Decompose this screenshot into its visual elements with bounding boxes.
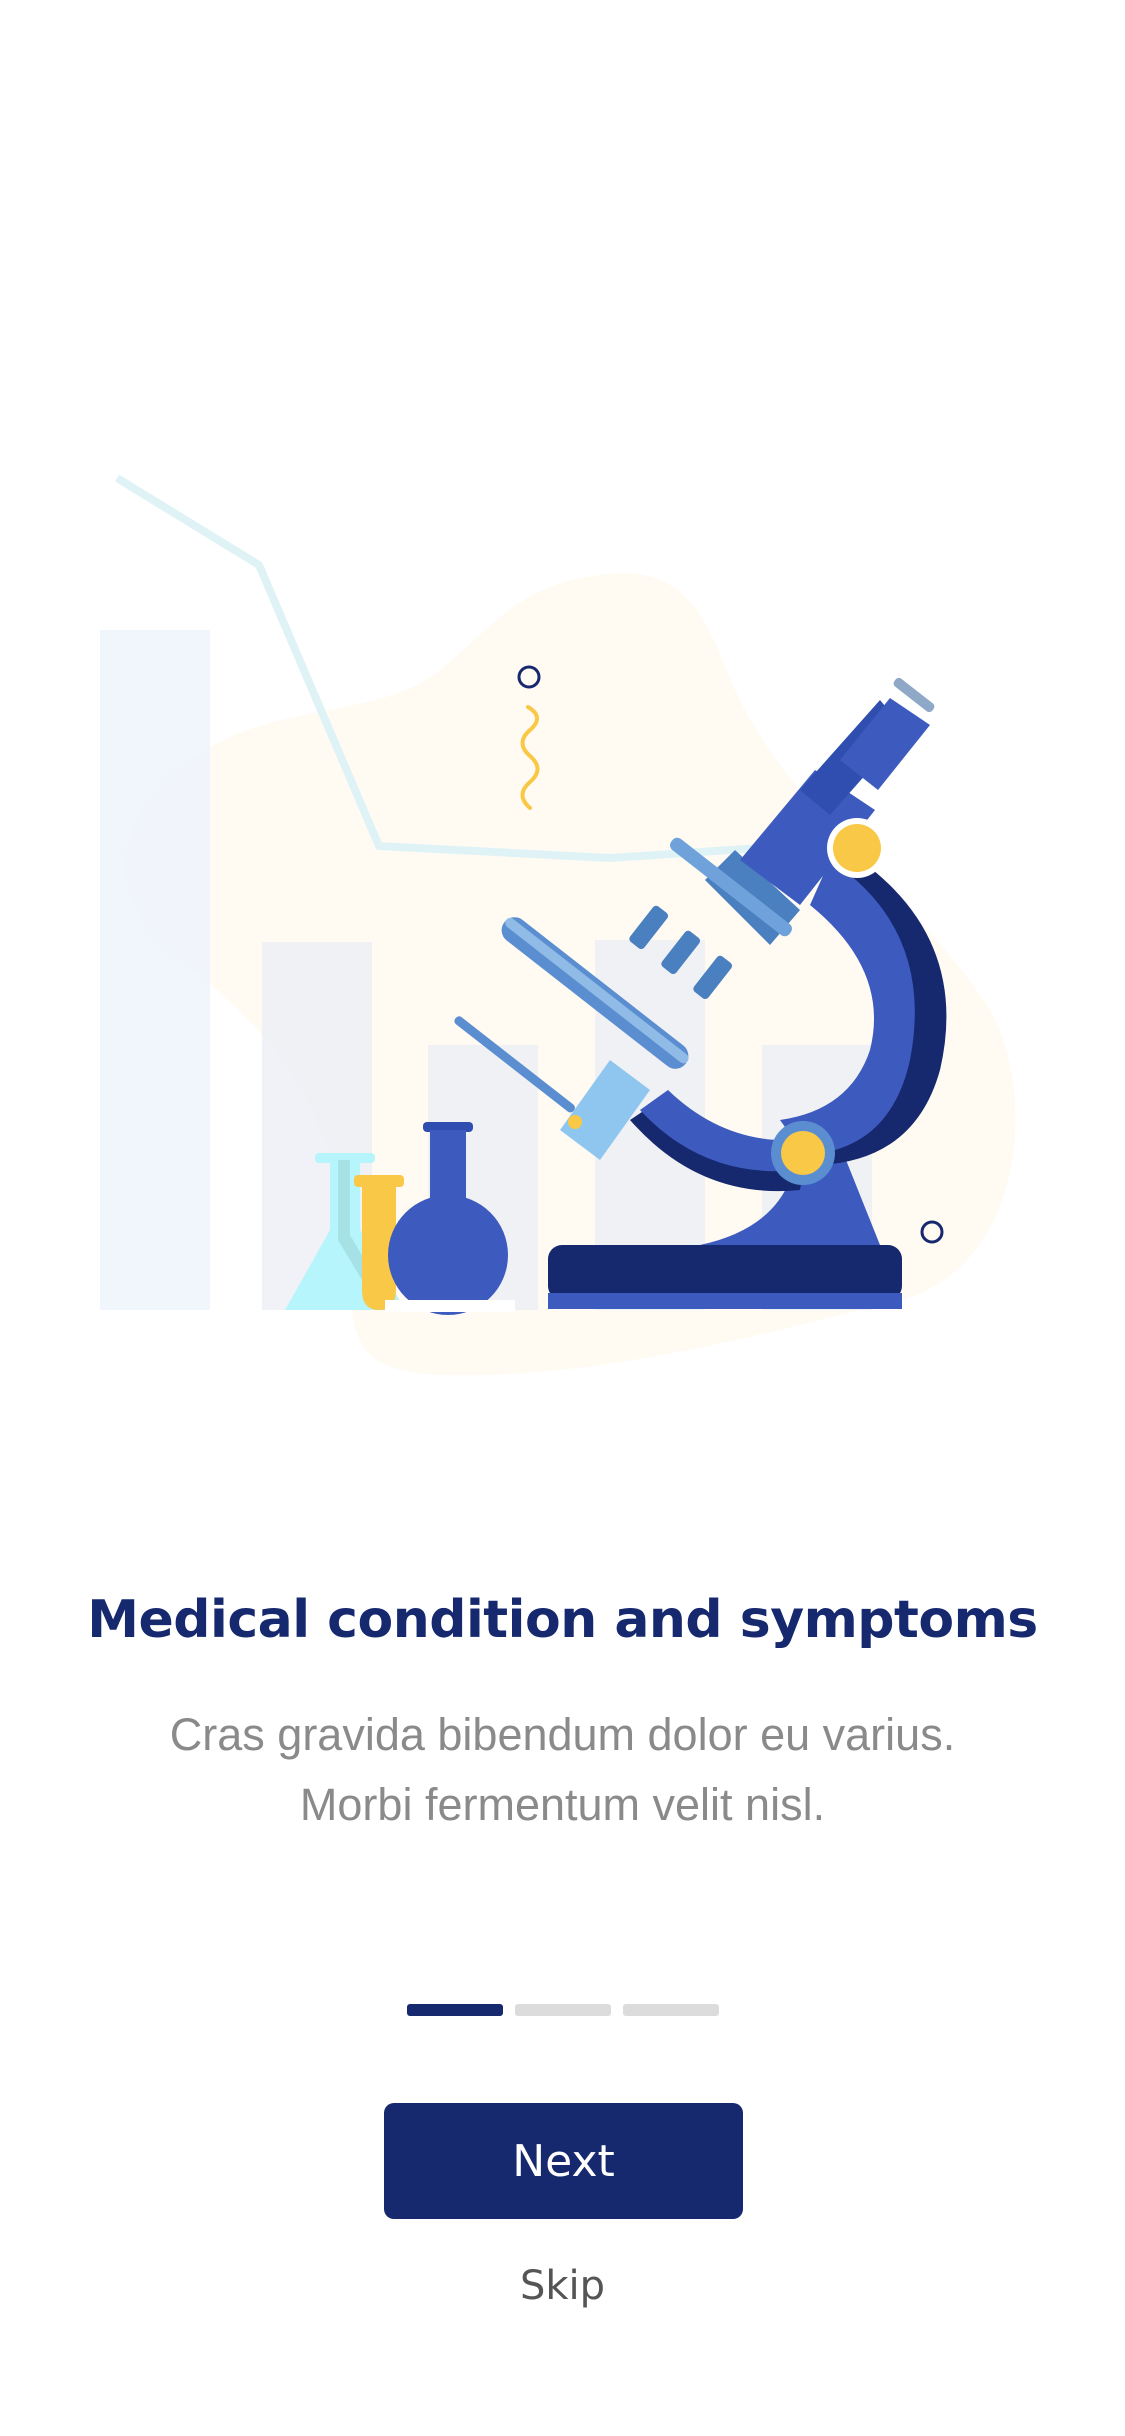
pagination-indicator: [407, 2004, 721, 2016]
pagination-dot-1: [407, 2004, 503, 2016]
bar-chart-bar-1: [100, 630, 210, 1310]
next-button[interactable]: Next: [384, 2103, 743, 2219]
pagination-dot-3: [623, 2004, 719, 2016]
microscope-lab-illustration: [100, 474, 1016, 1376]
description-line: Cras gravida bibendum dolor eu varius.: [169, 1709, 956, 1760]
description-line: Morbi fermentum velit nisl.: [299, 1779, 826, 1830]
pagination-dot-2: [515, 2004, 611, 2016]
page-title: Medical condition and symptoms: [87, 1590, 1038, 1650]
page-description: Cras gravida bibendum dolor eu varius. M…: [0, 1700, 1125, 1840]
skip-link[interactable]: Skip: [0, 2258, 1125, 2314]
